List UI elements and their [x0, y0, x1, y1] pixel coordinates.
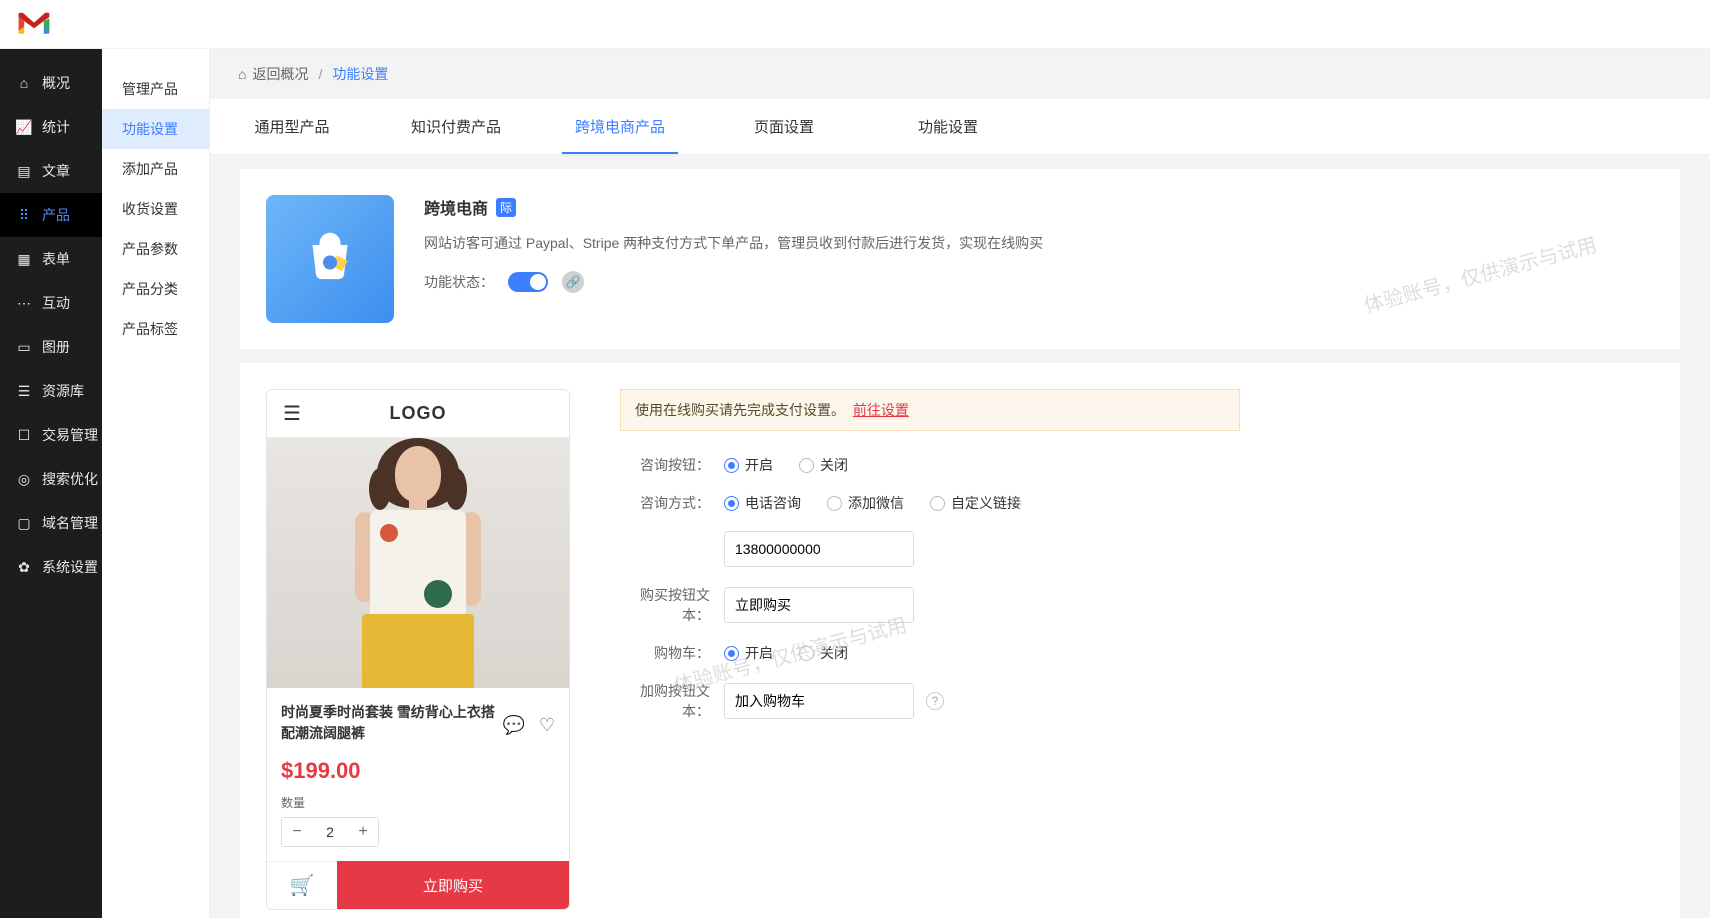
hamburger-icon[interactable]: ☰ — [283, 401, 301, 426]
feature-desc: 网站访客可通过 Paypal、Stripe 两种支付方式下单产品，管理员收到付款… — [424, 233, 1654, 253]
chat-icon: ⋯ — [16, 295, 32, 311]
nav-overview[interactable]: ⌂概况 — [0, 61, 102, 105]
heart-icon[interactable]: ♡ — [539, 715, 555, 736]
payment-alert: 使用在线购买请先完成支付设置。 前往设置 — [620, 389, 1240, 431]
chart-icon: 📈 — [16, 119, 32, 135]
tabs: 通用型产品 知识付费产品 跨境电商产品 页面设置 功能设置 — [210, 99, 1710, 155]
sidebar-sub: 管理产品 功能设置 添加产品 收货设置 产品参数 产品分类 产品标签 — [102, 49, 210, 918]
target-icon: ◎ — [16, 471, 32, 487]
comment-icon[interactable]: 💬 — [502, 715, 524, 736]
status-label: 功能状态： — [424, 272, 494, 292]
cart-icon: ☐ — [16, 427, 32, 443]
top-bar — [0, 0, 1710, 49]
sub-product-params[interactable]: 产品参数 — [102, 229, 209, 269]
tab-general[interactable]: 通用型产品 — [210, 99, 374, 154]
breadcrumb-sep: / — [318, 66, 322, 82]
nav-gallery[interactable]: ▭图册 — [0, 325, 102, 369]
product-preview: ☰ LOGO 时尚夏季时尚套装 雪纺背心上衣搭配潮流阔腿裤 💬 — [266, 389, 570, 910]
feature-title: 跨境电商 际 — [424, 195, 1654, 219]
settings-card: ☰ LOGO 时尚夏季时尚套装 雪纺背心上衣搭配潮流阔腿裤 💬 — [240, 363, 1680, 918]
add-text-input[interactable] — [724, 683, 914, 719]
nav-transactions[interactable]: ☐交易管理 — [0, 413, 102, 457]
sub-shipping-settings[interactable]: 收货设置 — [102, 189, 209, 229]
buy-text-input[interactable] — [724, 587, 914, 623]
phone-input[interactable] — [724, 531, 914, 567]
help-icon[interactable]: ? — [926, 692, 944, 710]
grid-icon: ⠿ — [16, 207, 32, 223]
gear-icon: ✿ — [16, 559, 32, 575]
nav-products[interactable]: ⠿产品 — [0, 193, 102, 237]
sub-manage-products[interactable]: 管理产品 — [102, 69, 209, 109]
nav-seo[interactable]: ◎搜索优化 — [0, 457, 102, 501]
cart-button[interactable]: 🛒 — [267, 861, 337, 909]
content-area: 体验账号，仅供演示与试用 体验账号，仅供演示与试用 ⌂ 返回概况 / 功能设置 … — [210, 49, 1710, 918]
qty-plus[interactable]: + — [348, 818, 378, 846]
nav-interact[interactable]: ⋯互动 — [0, 281, 102, 325]
qty-stepper: − 2 + — [281, 817, 379, 847]
cart-off[interactable]: 关闭 — [799, 643, 848, 663]
method-wechat[interactable]: 添加微信 — [827, 493, 904, 513]
inquiry-btn-on[interactable]: 开启 — [724, 455, 773, 475]
globe-icon: ▢ — [16, 515, 32, 531]
add-text-label: 加购按钮文本： — [620, 681, 710, 721]
method-custom[interactable]: 自定义链接 — [930, 493, 1021, 513]
feature-toggle[interactable] — [508, 272, 548, 292]
feature-icon — [266, 195, 394, 323]
inquiry-method-label: 咨询方式： — [620, 493, 710, 513]
preview-logo: LOGO — [390, 403, 447, 424]
buy-now-button[interactable]: 立即购买 — [337, 861, 569, 909]
nav-forms[interactable]: ▦表单 — [0, 237, 102, 281]
nav-articles[interactable]: ▤文章 — [0, 149, 102, 193]
feature-status-row: 功能状态： 🔗 — [424, 271, 1654, 293]
home-icon: ⌂ — [238, 66, 246, 82]
inquiry-btn-off[interactable]: 关闭 — [799, 455, 848, 475]
method-phone[interactable]: 电话咨询 — [724, 493, 801, 513]
preview-image — [267, 438, 569, 688]
qty-label: 数量 — [281, 794, 555, 811]
tab-knowledge[interactable]: 知识付费产品 — [374, 99, 538, 154]
link-button[interactable]: 🔗 — [562, 271, 584, 293]
nav-resources[interactable]: ☰资源库 — [0, 369, 102, 413]
sidebar-main: ⌂概况 📈统计 ▤文章 ⠿产品 ▦表单 ⋯互动 ▭图册 ☰资源库 ☐交易管理 ◎… — [0, 49, 102, 918]
preview-price: $199.00 — [281, 758, 555, 784]
settings-form: 使用在线购买请先完成支付设置。 前往设置 咨询按钮： 开启 关闭 咨询方式： 电… — [620, 389, 1240, 739]
preview-product-title: 时尚夏季时尚套装 雪纺背心上衣搭配潮流阔腿裤 — [281, 702, 502, 744]
image-icon: ▭ — [16, 339, 32, 355]
breadcrumb-back[interactable]: 返回概况 — [252, 64, 308, 84]
sub-product-tags[interactable]: 产品标签 — [102, 309, 209, 349]
qty-minus[interactable]: − — [282, 818, 312, 846]
sub-product-categories[interactable]: 产品分类 — [102, 269, 209, 309]
go-settings-link[interactable]: 前往设置 — [853, 402, 909, 418]
sub-feature-settings[interactable]: 功能设置 — [102, 109, 209, 149]
list-icon: ▦ — [16, 251, 32, 267]
sub-add-product[interactable]: 添加产品 — [102, 149, 209, 189]
qty-value: 2 — [312, 824, 348, 840]
feature-badge: 际 — [496, 198, 516, 217]
inquiry-btn-label: 咨询按钮： — [620, 455, 710, 475]
app-logo — [14, 4, 54, 44]
tab-feature-settings[interactable]: 功能设置 — [866, 99, 1030, 154]
feature-card: 跨境电商 际 网站访客可通过 Paypal、Stripe 两种支付方式下单产品，… — [240, 169, 1680, 349]
cart-on[interactable]: 开启 — [724, 643, 773, 663]
buy-text-label: 购买按钮文本： — [620, 585, 710, 625]
nav-domain[interactable]: ▢域名管理 — [0, 501, 102, 545]
stack-icon: ☰ — [16, 383, 32, 399]
nav-stats[interactable]: 📈统计 — [0, 105, 102, 149]
tab-crossborder[interactable]: 跨境电商产品 — [538, 99, 702, 154]
tab-page-settings[interactable]: 页面设置 — [702, 99, 866, 154]
nav-system[interactable]: ✿系统设置 — [0, 545, 102, 589]
breadcrumb: ⌂ 返回概况 / 功能设置 — [210, 49, 1710, 99]
doc-icon: ▤ — [16, 163, 32, 179]
breadcrumb-current: 功能设置 — [332, 64, 388, 84]
home-icon: ⌂ — [16, 75, 32, 91]
cart-label: 购物车： — [620, 643, 710, 663]
